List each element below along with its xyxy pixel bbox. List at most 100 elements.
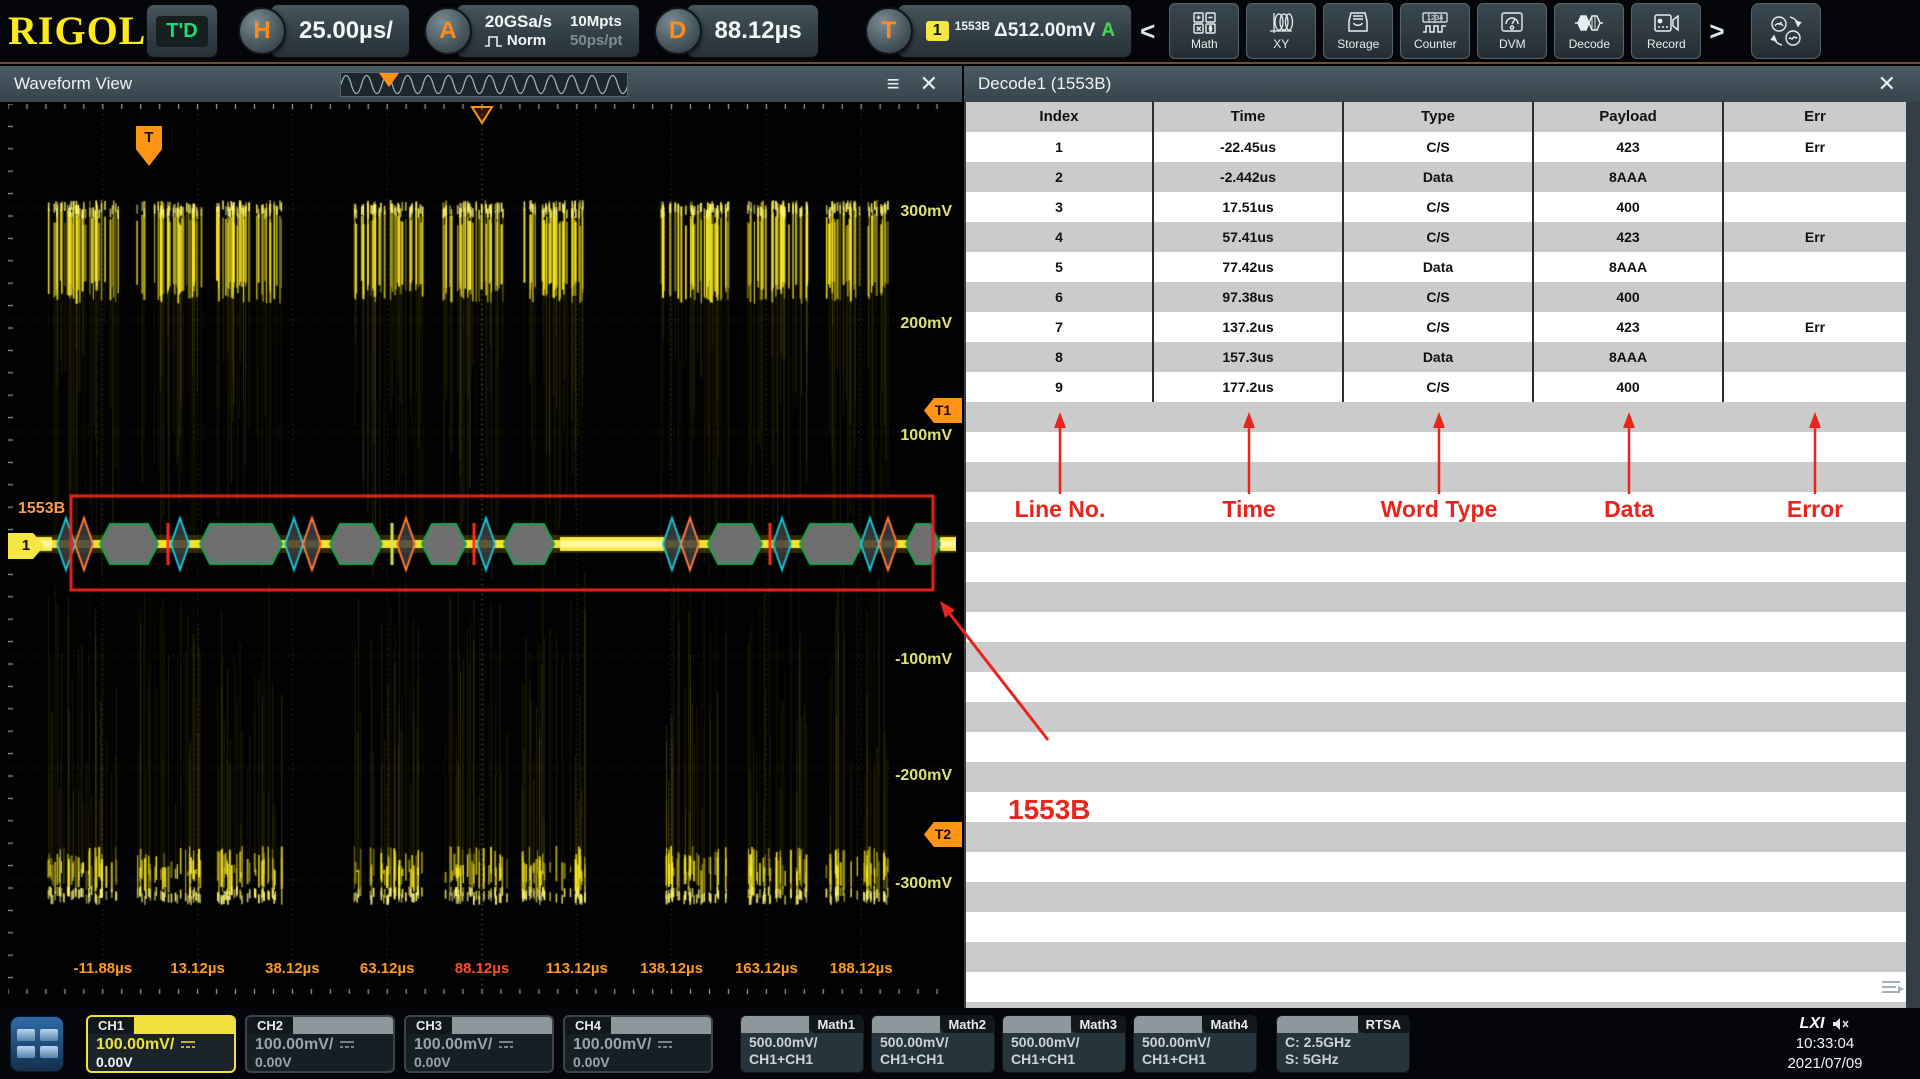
- waveform-canvas[interactable]: [8, 104, 956, 994]
- counter-button[interactable]: 1234 Counter: [1400, 3, 1470, 59]
- waveform-menu-icon[interactable]: ≡: [877, 71, 910, 97]
- horizontal-scale-block[interactable]: 25.00µs/: [270, 4, 410, 58]
- table-row[interactable]: 2-2.442usData8AAA: [966, 162, 1906, 192]
- channel-box-ch4[interactable]: CH4 100.00mV/ 0.00V: [563, 1015, 713, 1073]
- decode-icon: [1574, 11, 1604, 35]
- dc-coupling-icon: [339, 1040, 355, 1049]
- speaker-muted-icon[interactable]: [1832, 1017, 1850, 1031]
- menu-scroll-right-icon[interactable]: >: [1701, 16, 1732, 47]
- trigger-block[interactable]: 1 1553B Δ512.00mV A: [897, 4, 1132, 58]
- table-row[interactable]: 457.41usC/S423Err: [966, 222, 1906, 252]
- time-label: -11.88µs: [73, 960, 132, 977]
- table-row[interactable]: 7137.2usC/S423Err: [966, 312, 1906, 342]
- table-cell: 1: [966, 132, 1154, 162]
- table-row[interactable]: 697.38usC/S400: [966, 282, 1906, 312]
- time-label: 188.12µs: [830, 960, 893, 977]
- table-cell: 8AAA: [1534, 252, 1724, 282]
- decode-button[interactable]: Decode: [1554, 3, 1624, 59]
- math-box-math3[interactable]: Math3 500.00mV/ CH1+CH1: [1002, 1015, 1126, 1073]
- dvm-button[interactable]: DVM: [1477, 3, 1547, 59]
- trigger-knob[interactable]: T: [865, 7, 913, 55]
- math-box-math2[interactable]: Math2 500.00mV/ CH1+CH1: [871, 1015, 995, 1073]
- channel-box-ch3[interactable]: CH3 100.00mV/ 0.00V: [404, 1015, 554, 1073]
- table-cell: 400: [1534, 372, 1724, 402]
- annotation-data: Data: [1604, 496, 1654, 523]
- menu-scroll-left-icon[interactable]: <: [1132, 16, 1163, 47]
- math-button-label: Math: [1191, 37, 1218, 51]
- table-row[interactable]: 577.42usData8AAA: [966, 252, 1906, 282]
- record-button-label: Record: [1647, 37, 1686, 51]
- table-cell: 8AAA: [1534, 162, 1724, 192]
- time-label: 13.12µs: [170, 960, 225, 977]
- waveform-close-icon[interactable]: ✕: [910, 71, 948, 97]
- table-cell: 17.51us: [1154, 192, 1344, 222]
- rtsa-box[interactable]: RTSA C: 2.5GHz S: 5GHz: [1276, 1015, 1410, 1073]
- table-cell: 5: [966, 252, 1154, 282]
- table-cell: [1724, 342, 1906, 372]
- overview-position-marker[interactable]: [379, 73, 399, 87]
- trigger-level: Δ512.00mV: [994, 20, 1095, 42]
- waveform-panel: Waveform View ≡ ✕ T 300mV 200mV 1: [0, 66, 962, 1008]
- svg-text:1234: 1234: [1427, 13, 1444, 22]
- table-cell: 4: [966, 222, 1154, 252]
- time-label: 88.12µs: [455, 960, 510, 977]
- math-button[interactable]: Math: [1169, 3, 1239, 59]
- table-row[interactable]: 317.51usC/S400: [966, 192, 1906, 222]
- table-cell: 157.3us: [1154, 342, 1344, 372]
- horizontal-knob[interactable]: H: [238, 7, 286, 55]
- table-cell: 9: [966, 372, 1154, 402]
- math-box-math4[interactable]: Math4 500.00mV/ CH1+CH1: [1133, 1015, 1257, 1073]
- record-button[interactable]: Record: [1631, 3, 1701, 59]
- sample-rate: 20GSa/s: [485, 12, 552, 31]
- dc-coupling-icon: [657, 1040, 673, 1049]
- annotation-time: Time: [1222, 496, 1275, 523]
- acquire-knob[interactable]: A: [424, 7, 472, 55]
- system-time: 10:33:04: [1740, 1034, 1910, 1054]
- table-row[interactable]: 8157.3usData8AAA: [966, 342, 1906, 372]
- table-cell: 7: [966, 312, 1154, 342]
- waveform-header: Waveform View ≡ ✕: [0, 66, 962, 102]
- channel-box-ch1[interactable]: CH1 100.00mV/ 0.00V: [86, 1015, 236, 1073]
- waveform-overview-strip[interactable]: [340, 72, 628, 97]
- decode-table-header: IndexTimeTypePayloadErr: [966, 102, 1906, 132]
- table-cell: 2: [966, 162, 1154, 192]
- xy-button[interactable]: XY: [1246, 3, 1316, 59]
- voltage-label: -200mV: [882, 767, 952, 785]
- rigol-logo: RIGOL: [8, 1, 146, 61]
- table-cell: 423: [1534, 312, 1724, 342]
- annotation-bus-label: 1553B: [1008, 794, 1091, 826]
- mode-switch-button[interactable]: [1751, 3, 1821, 59]
- waveform-grid[interactable]: T 300mV 200mV 100mV -100mV -200mV -300mV…: [0, 102, 962, 1008]
- math-box-math1[interactable]: Math1 500.00mV/ CH1+CH1: [740, 1015, 864, 1073]
- menu-buttons: Math XY Storage 1234: [1169, 3, 1701, 59]
- storage-button[interactable]: Storage: [1323, 3, 1393, 59]
- table-row[interactable]: 1-22.45usC/S423Err: [966, 132, 1906, 162]
- table-row[interactable]: 9177.2usC/S400: [966, 372, 1906, 402]
- decode-close-icon[interactable]: ✕: [1868, 71, 1906, 97]
- trigger-status-label: T'D: [156, 16, 207, 47]
- status-block: LXI 10:33:04 2021/07/09: [1740, 1014, 1910, 1074]
- xy-icon: [1268, 11, 1294, 35]
- delay-knob[interactable]: D: [654, 7, 702, 55]
- column-header: Err: [1724, 102, 1906, 132]
- column-header: Type: [1344, 102, 1534, 132]
- table-cell: Data: [1344, 162, 1534, 192]
- delay-block[interactable]: 88.12µs: [686, 4, 819, 58]
- trigger-group: T 1 1553B Δ512.00mV A: [865, 4, 1132, 58]
- table-cell: Err: [1724, 222, 1906, 252]
- acquire-mode: Norm: [507, 31, 546, 50]
- voltage-label: 200mV: [882, 315, 952, 333]
- pulse-icon: [485, 35, 503, 47]
- channel-box-ch2[interactable]: CH2 100.00mV/ 0.00V: [245, 1015, 395, 1073]
- table-cell: 77.42us: [1154, 252, 1344, 282]
- table-cell: 423: [1534, 132, 1724, 162]
- home-menu-button[interactable]: [10, 1016, 64, 1072]
- trigger-bus-type: 1553B: [955, 19, 990, 33]
- dc-coupling-icon: [180, 1040, 196, 1049]
- acquire-group: A 20GSa/s Norm 10Mpts 50ps/pt: [424, 4, 640, 58]
- oscilloscope-screen: RIGOL T'D H 25.00µs/ A 20GSa/s Norm: [0, 0, 1920, 1079]
- table-cell: 400: [1534, 282, 1724, 312]
- table-menu-icon[interactable]: [1878, 976, 1906, 998]
- acquire-block[interactable]: 20GSa/s Norm 10Mpts 50ps/pt: [456, 4, 640, 58]
- lxi-logo: LXI: [1800, 1014, 1825, 1034]
